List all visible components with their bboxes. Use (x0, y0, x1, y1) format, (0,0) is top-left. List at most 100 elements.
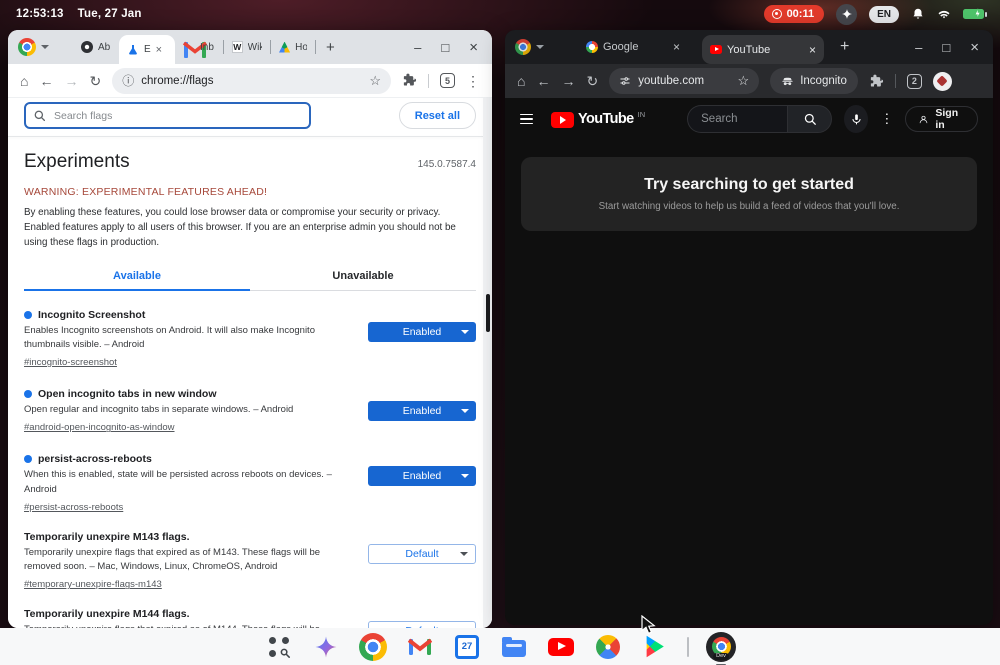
back-button[interactable]: ← (39, 74, 53, 88)
flag-select[interactable]: Enabled (368, 466, 476, 486)
tab-counter[interactable]: 2 (907, 74, 922, 89)
dock-separator (687, 637, 689, 657)
close-tab-icon[interactable]: × (156, 44, 162, 56)
photos-app-icon[interactable] (593, 632, 623, 662)
youtube-search-input[interactable]: Search (687, 105, 787, 133)
chrome-dev-app-icon[interactable]: Dev (706, 632, 736, 662)
screen-recording-badge[interactable]: 00:11 (764, 5, 825, 23)
page-info-icon[interactable]: ⓘ (122, 72, 134, 89)
left-toolbar: ⌂ ← → ↻ ⓘ chrome://flags ☆ 5 ⋮ (8, 64, 492, 98)
close-window-button[interactable]: × (469, 39, 478, 56)
close-tab-icon[interactable]: × (809, 43, 816, 57)
gemini-app-icon[interactable] (311, 632, 341, 662)
browser-menu-button[interactable] (515, 39, 544, 55)
flag-select[interactable]: Default (368, 544, 476, 564)
reset-all-button[interactable]: Reset all (399, 102, 476, 129)
chevron-down-icon (461, 474, 469, 478)
home-button[interactable]: ⌂ (517, 74, 525, 88)
tab-drive[interactable]: Ho (271, 32, 315, 62)
empty-state-subtitle: Start watching videos to help us build a… (599, 201, 900, 212)
search-icon (803, 112, 817, 126)
bookmark-star-icon[interactable]: ☆ (738, 73, 750, 89)
wifi-icon (937, 7, 951, 21)
bookmark-star-icon[interactable]: ☆ (369, 73, 381, 89)
tab-available[interactable]: Available (24, 270, 250, 291)
youtube-app-icon[interactable] (546, 632, 576, 662)
tab-google[interactable]: Google × (578, 32, 688, 62)
scrollbar-thumb[interactable] (486, 294, 490, 332)
recording-timer: 00:11 (787, 8, 815, 20)
new-tab-button[interactable]: + (326, 39, 335, 56)
new-tab-button[interactable]: + (840, 38, 849, 56)
chevron-down-icon (41, 45, 49, 49)
extensions-icon[interactable] (402, 73, 417, 88)
gmail-app-icon[interactable] (405, 632, 435, 662)
close-tab-icon[interactable]: × (673, 40, 680, 54)
back-button[interactable]: ← (536, 74, 550, 88)
address-bar[interactable]: youtube.com ☆ (609, 68, 759, 94)
maximize-button[interactable]: □ (942, 40, 950, 55)
reload-button[interactable]: ↻ (89, 74, 101, 88)
voice-search-button[interactable] (844, 105, 868, 133)
app-drawer-button[interactable] (264, 632, 294, 662)
flag-permalink[interactable]: #persist-across-reboots (24, 502, 123, 513)
youtube-more-menu[interactable]: ⋮ (880, 111, 893, 127)
forward-button[interactable]: → (561, 74, 575, 88)
flags-intro-text: By enabling these features, you could lo… (24, 205, 476, 251)
tab-inbox[interactable]: Inb (175, 32, 223, 62)
toolbar-separator (428, 74, 429, 88)
flag-select[interactable]: Default (368, 621, 476, 628)
flag-description: Temporarily unexpire flags that expired … (24, 546, 356, 575)
minimize-button[interactable]: – (414, 40, 421, 55)
date: Tue, 27 Jan (78, 8, 142, 20)
address-bar[interactable]: ⓘ chrome://flags ☆ (112, 68, 391, 94)
incognito-icon (781, 75, 794, 88)
tab-unavailable[interactable]: Unavailable (250, 270, 476, 291)
files-app-icon[interactable] (499, 632, 529, 662)
flag-row-unexpire-m144: Temporarily unexpire M144 flags. Tempora… (24, 608, 476, 628)
assistant-sparkle-icon (836, 4, 857, 25)
youtube-logo[interactable]: YouTube IN (551, 111, 645, 128)
home-button[interactable]: ⌂ (20, 74, 28, 88)
profile-avatar[interactable] (933, 72, 952, 91)
search-flags-input[interactable] (24, 102, 311, 129)
flag-dot-icon (24, 455, 32, 463)
right-tab-strip: Google × YouTube × + – □ × (505, 30, 993, 64)
extensions-icon[interactable] (869, 74, 884, 89)
tab-wikipedia[interactable]: W Wik (224, 32, 270, 62)
tab-counter[interactable]: 5 (440, 73, 455, 88)
empty-state-title: Try searching to get started (644, 176, 854, 194)
calendar-app-icon[interactable]: 27 (452, 632, 482, 662)
right-browser-window: Google × YouTube × + – □ × ⌂ ← → ↻ (505, 30, 993, 625)
flag-select[interactable]: Enabled (368, 401, 476, 421)
tab-flags-active[interactable]: E × (119, 35, 175, 64)
youtube-search-button[interactable] (787, 105, 832, 133)
clock: 12:53:13 (16, 8, 64, 20)
chrome-version: 145.0.7587.4 (418, 159, 476, 170)
app-drawer-icon (268, 636, 290, 658)
chrome-app-icon[interactable] (358, 632, 388, 662)
browser-more-menu[interactable]: ⋮ (466, 74, 480, 88)
sign-in-button[interactable]: Sign in (905, 106, 978, 132)
flag-permalink[interactable]: #temporary-unexpire-flags-m143 (24, 579, 162, 590)
chrome-logo-icon (18, 38, 36, 56)
forward-button[interactable]: → (64, 74, 78, 88)
url-text: chrome://flags (141, 75, 213, 87)
flag-description: Enables Incognito screenshots on Android… (24, 324, 356, 353)
chrome-logo-icon (515, 39, 531, 55)
tab-about[interactable]: Ab (73, 32, 119, 62)
flag-permalink[interactable]: #android-open-incognito-as-window (24, 422, 175, 433)
flag-permalink[interactable]: #incognito-screenshot (24, 357, 117, 368)
reload-button[interactable]: ↻ (586, 74, 598, 88)
flag-select[interactable]: Enabled (368, 322, 476, 342)
close-window-button[interactable]: × (970, 39, 979, 56)
scrollbar-track[interactable] (483, 98, 492, 628)
search-icon (33, 109, 46, 122)
search-flags-field[interactable] (24, 102, 311, 129)
tab-youtube-active[interactable]: YouTube × (702, 35, 824, 64)
hamburger-menu-icon[interactable] (520, 114, 533, 125)
minimize-button[interactable]: – (915, 40, 922, 55)
maximize-button[interactable]: □ (441, 40, 449, 55)
site-settings-icon[interactable] (619, 75, 631, 87)
browser-menu-button[interactable] (18, 38, 49, 56)
